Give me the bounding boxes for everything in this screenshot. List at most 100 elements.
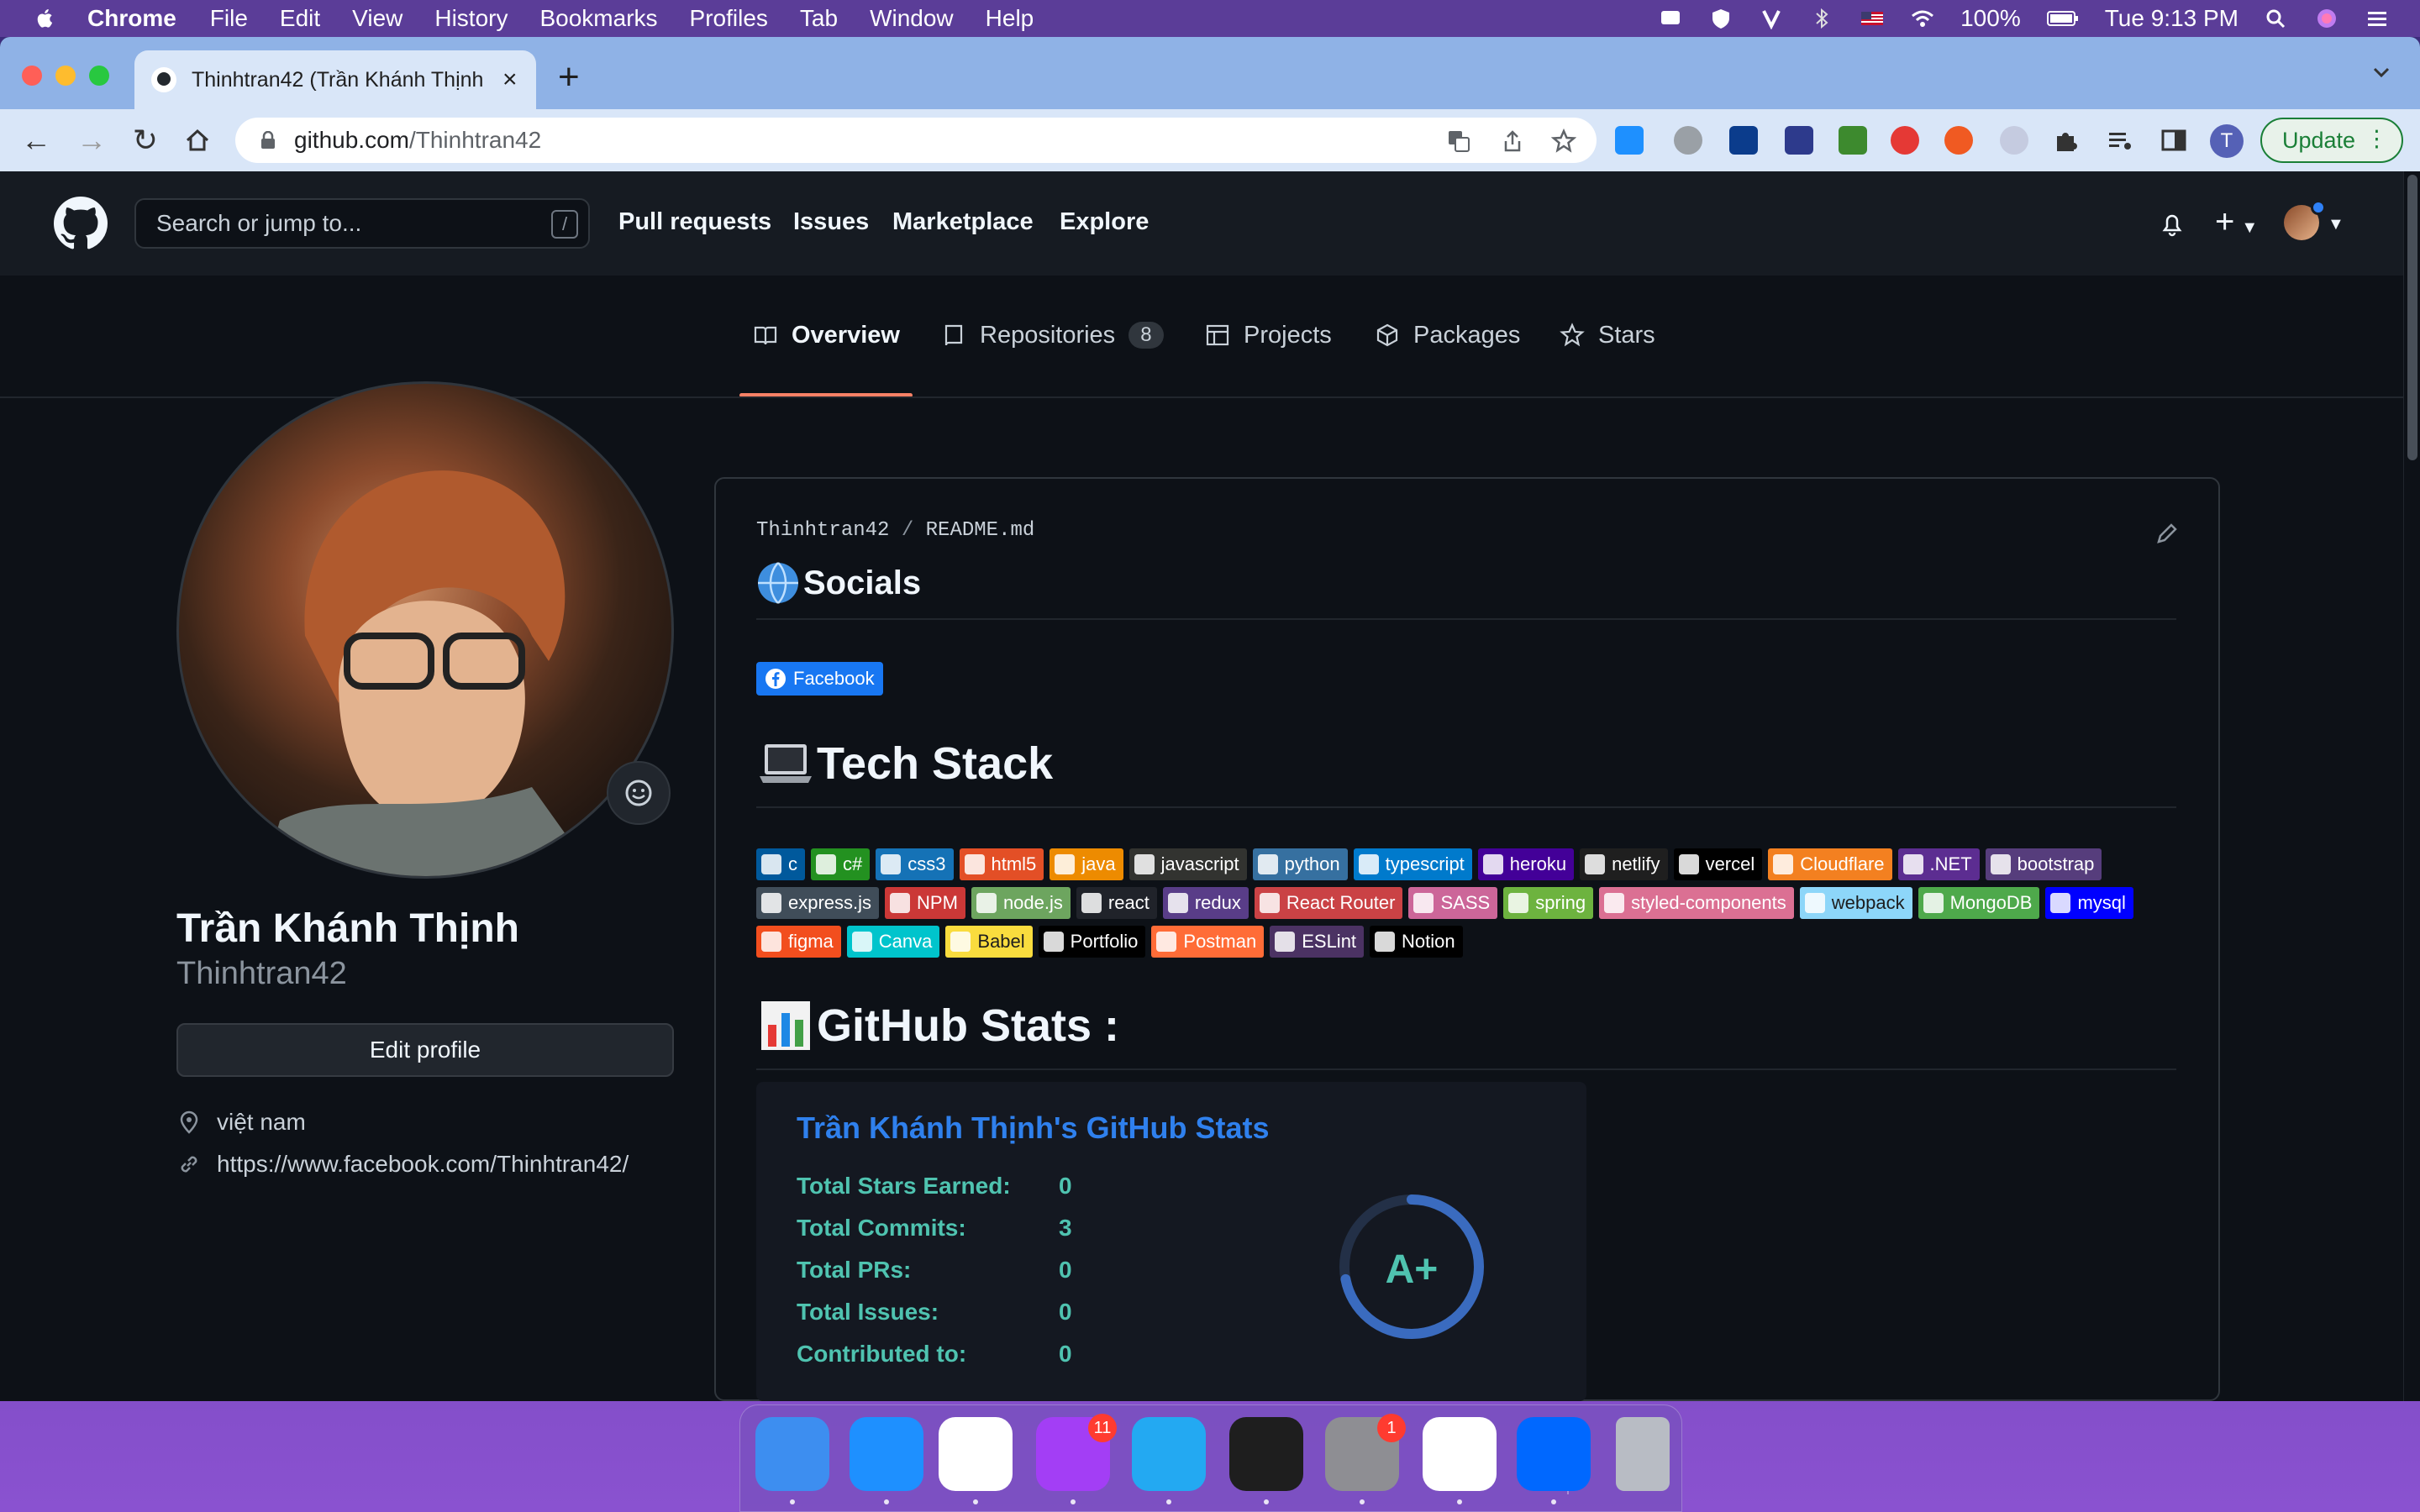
dock-safari-icon[interactable] [850,1417,923,1491]
tech-badge[interactable]: NPM [885,887,965,919]
tech-badge[interactable]: Babel [945,926,1033,958]
menu-profiles[interactable]: Profiles [690,5,768,32]
address-bar[interactable]: github.com/Thinhtran42 [235,118,1597,163]
tech-badge[interactable]: java [1050,848,1123,880]
tech-badge[interactable]: Cloudflare [1768,848,1892,880]
shield-icon[interactable] [1708,8,1733,29]
tech-badge[interactable]: MongoDB [1918,887,2040,919]
apple-menu-icon[interactable] [34,7,57,30]
window-close-button[interactable] [22,66,42,86]
menu-tab[interactable]: Tab [800,5,838,32]
extension-d-icon[interactable] [1785,126,1813,155]
menu-bookmarks[interactable]: Bookmarks [539,5,657,32]
dock-notion-icon[interactable] [1423,1417,1497,1491]
nav-pull-requests[interactable]: Pull requests [618,208,771,236]
scrollbar-thumb[interactable] [2407,175,2417,460]
tech-badge[interactable]: ESLint [1270,926,1365,958]
extensions-puzzle-icon[interactable] [2052,126,2081,155]
tech-badge[interactable]: html5 [959,848,1044,880]
window-minimize-button[interactable] [55,66,76,86]
tech-badge[interactable]: Notion [1370,926,1463,958]
dock-visual-studio-code-icon[interactable] [1132,1417,1206,1491]
dock-trash-icon[interactable] [1616,1417,1670,1491]
tech-badge[interactable]: redux [1162,887,1249,919]
dock-chrome-icon[interactable] [939,1417,1013,1491]
battery-percent[interactable]: 100% [1960,5,2021,32]
extension-droplet-icon[interactable] [1615,126,1644,155]
dock-finder-icon[interactable] [755,1417,829,1491]
menu-window[interactable]: Window [870,5,954,32]
us-flag-icon[interactable] [1860,8,1885,29]
menu-history[interactable]: History [434,5,508,32]
spotlight-search-icon[interactable] [2264,8,2289,29]
github-search-input[interactable]: Search or jump to... / [134,198,590,249]
tech-badge[interactable]: bootstrap [1985,848,2102,880]
home-icon[interactable] [182,124,213,156]
tech-badge[interactable]: python [1252,848,1348,880]
edit-profile-button[interactable]: Edit profile [176,1023,674,1077]
tech-badge[interactable]: styled-components [1599,887,1794,919]
extension-bug-icon[interactable] [1674,126,1702,155]
tech-badge[interactable]: node.js [971,887,1071,919]
tech-badge[interactable]: css3 [876,848,954,880]
bluetooth-icon[interactable] [1809,8,1834,29]
tech-badge[interactable]: figma [756,926,841,958]
menu-edit[interactable]: Edit [280,5,320,32]
menubar-app-name[interactable]: Chrome [87,5,176,32]
tab-repositories[interactable]: Repositories 8 [941,306,1164,365]
tech-badge[interactable]: SASS [1408,887,1498,919]
tab-packages[interactable]: Packages [1375,306,1520,365]
chrome-update-button[interactable]: Update ⋮ [2260,118,2403,163]
reload-icon[interactable]: ↻ [129,124,161,156]
tech-badge[interactable]: Postman [1151,926,1265,958]
notification-center-icon[interactable] [1658,8,1683,29]
tech-badge[interactable]: spring [1503,887,1594,919]
tech-badge[interactable]: Canva [846,926,940,958]
tech-badge[interactable]: c [756,848,805,880]
chrome-profile-avatar[interactable]: T [2210,124,2244,158]
wifi-icon[interactable] [1910,8,1935,29]
tech-badge[interactable]: netlify [1580,848,1668,880]
tech-badge[interactable]: vercel [1673,848,1763,880]
nav-issues[interactable]: Issues [793,208,869,236]
tab-stars[interactable]: Stars [1560,306,1655,365]
notifications-bell-icon[interactable] [2160,210,2185,237]
set-status-button[interactable] [607,761,671,825]
bookmark-star-icon[interactable] [1551,129,1576,154]
tech-badge[interactable]: webpack [1799,887,1912,919]
forward-icon[interactable]: → [76,124,108,156]
nav-marketplace[interactable]: Marketplace [892,208,1034,236]
menubar-clock[interactable]: Tue 9:13 PM [2105,5,2238,32]
avatar-caret-icon[interactable]: ▼ [2328,215,2344,234]
github-logo-icon[interactable] [54,197,108,250]
extension-adblock-icon[interactable] [1891,126,1919,155]
menu-view[interactable]: View [352,5,402,32]
create-new-dropdown[interactable]: + ▼ [2215,203,2258,241]
tech-badge[interactable]: Portfolio [1038,926,1146,958]
website-link[interactable]: https://www.facebook.com/Thinhtran42/ [217,1151,629,1178]
media-control-icon[interactable] [2106,126,2134,155]
tech-badge[interactable]: javascript [1128,848,1247,880]
extension-jira-icon[interactable] [1729,126,1758,155]
back-icon[interactable]: ← [20,124,52,156]
page-scrollbar[interactable] [2403,171,2420,1401]
readme-owner-link[interactable]: Thinhtran42 [756,519,889,542]
profile-website[interactable]: https://www.facebook.com/Thinhtran42/ [176,1151,629,1178]
lock-icon[interactable] [260,131,276,150]
profile-avatar[interactable] [176,381,674,879]
browser-tab-active[interactable]: Thinhtran42 (Trần Khánh Thịnh × [134,50,536,109]
dock-terminal-icon[interactable] [1229,1417,1303,1491]
tech-badge[interactable]: express.js [756,887,880,919]
tech-badge[interactable]: React Router [1254,887,1403,919]
extension-c-icon[interactable] [1944,126,1973,155]
vpn-icon[interactable] [1759,8,1784,29]
tab-close-icon[interactable]: × [502,66,518,94]
menu-help[interactable]: Help [986,5,1034,32]
edit-readme-pencil-icon[interactable] [2154,521,2180,546]
control-center-icon[interactable] [2365,8,2390,29]
tech-badge[interactable]: c# [811,848,871,880]
extension-react-devtools-icon[interactable] [2000,126,2028,155]
tab-search-chevron-icon[interactable] [2371,62,2391,82]
dock-zalo-icon[interactable] [1517,1417,1591,1491]
tech-badge[interactable]: react [1076,887,1157,919]
